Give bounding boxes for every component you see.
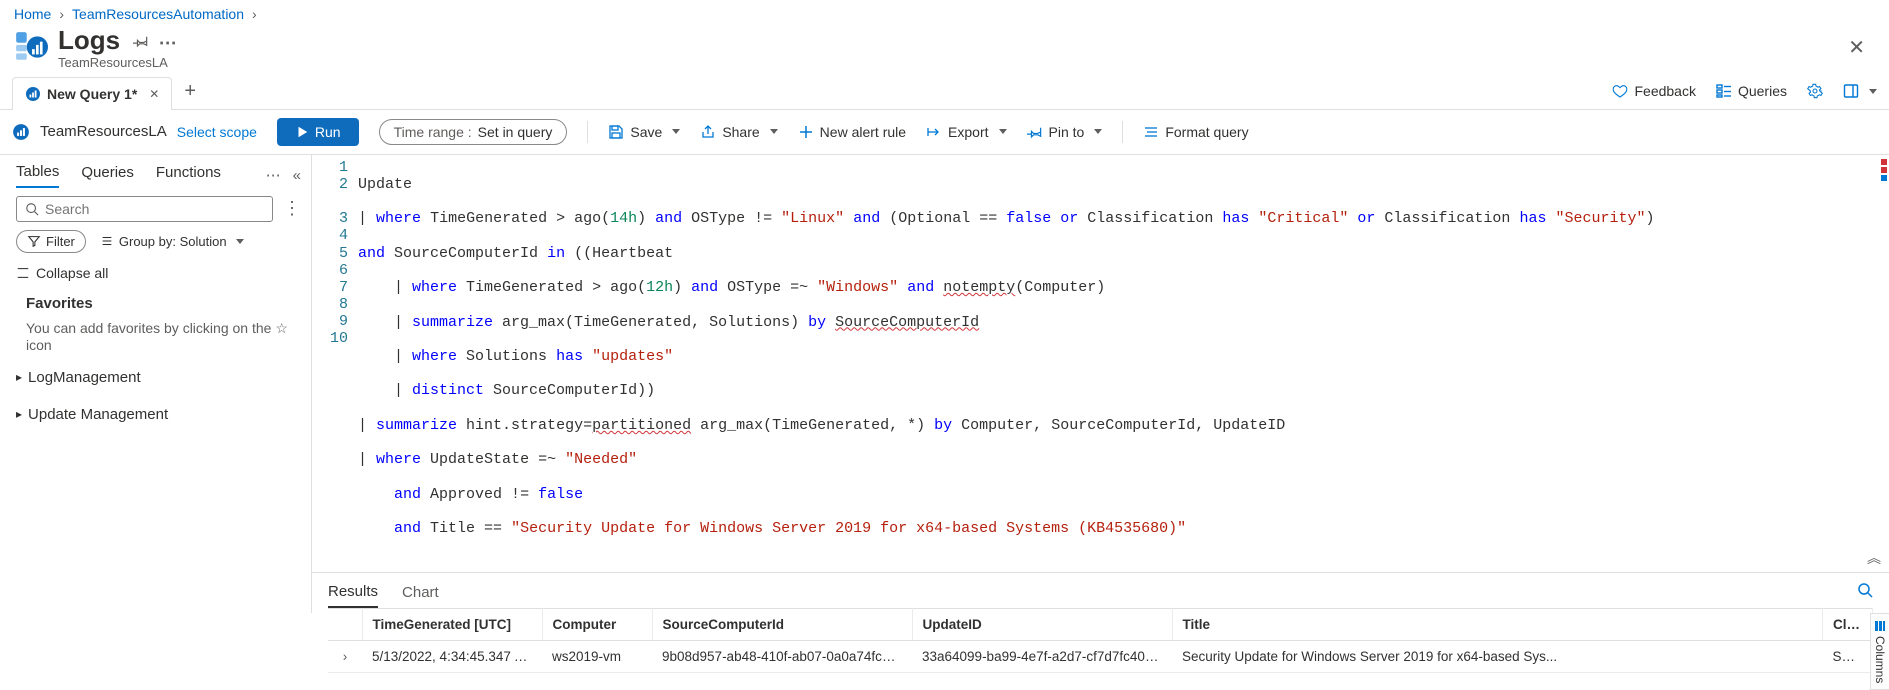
gear-icon: [1807, 83, 1823, 99]
results-search-icon[interactable]: [1857, 582, 1873, 602]
plus-icon: [798, 124, 814, 140]
tab-functions[interactable]: Functions: [156, 164, 221, 187]
expand-row-icon[interactable]: ›: [328, 640, 362, 672]
columns-side-tab[interactable]: Columns: [1870, 613, 1889, 690]
run-button[interactable]: Run: [277, 118, 359, 146]
pin-icon[interactable]: [133, 25, 156, 55]
sidebar-search[interactable]: [16, 196, 273, 222]
favorites-section: Favorites You can add favorites by click…: [16, 289, 301, 355]
format-icon: [1143, 124, 1159, 140]
close-tab-icon[interactable]: ✕: [149, 87, 159, 101]
panel-icon: [1843, 83, 1859, 99]
share-icon: [700, 124, 716, 140]
table-row[interactable]: › 5/13/2022, 4:34:45.347 AM ws2019-vm 9b…: [328, 640, 1873, 672]
save-icon: [608, 124, 624, 140]
list-icon: [100, 234, 114, 248]
sidebar-more-icon[interactable]: ⋮: [283, 198, 301, 219]
code-area[interactable]: Update | where TimeGenerated > ago(14h) …: [358, 159, 1889, 572]
close-button[interactable]: ✕: [1838, 31, 1875, 64]
new-alert-rule-button[interactable]: New alert rule: [798, 124, 906, 140]
pin-icon: [1027, 124, 1043, 140]
scope-selector: TeamResourcesLA Select scope: [12, 123, 257, 141]
col-sourcecomputerid[interactable]: SourceComputerId: [652, 608, 912, 640]
col-timegenerated[interactable]: TimeGenerated [UTC]: [362, 608, 542, 640]
chevron-right-icon: ›: [252, 6, 257, 22]
filter-icon: [27, 234, 41, 248]
select-scope-link[interactable]: Select scope: [177, 124, 257, 140]
queries-button[interactable]: Queries: [1716, 83, 1787, 99]
collapse-sidebar-icon[interactable]: «: [293, 167, 301, 184]
sidebar-search-input[interactable]: [45, 201, 264, 217]
page-subtitle: TeamResourcesLA: [58, 55, 177, 70]
query-editor[interactable]: 12345678910 Update | where TimeGenerated…: [312, 155, 1889, 572]
tree-item-logmanagement[interactable]: LogManagement: [16, 363, 301, 392]
col-updateid[interactable]: UpdateID: [912, 608, 1172, 640]
line-gutter: 12345678910: [312, 159, 358, 572]
share-button[interactable]: Share: [700, 124, 777, 140]
settings-button[interactable]: [1807, 83, 1823, 99]
more-icon[interactable]: ⋯: [266, 166, 281, 184]
play-icon: [295, 125, 309, 139]
breadcrumb: Home › TeamResourcesAutomation ›: [0, 0, 1889, 26]
tab-queries[interactable]: Queries: [81, 164, 134, 187]
divider: [1122, 121, 1123, 143]
results-tabs: Results Chart: [328, 577, 1873, 608]
schema-sidebar: Tables Queries Functions ⋯ « ⋮ Filter Gr…: [0, 155, 312, 613]
col-class[interactable]: Class: [1823, 608, 1873, 640]
export-button[interactable]: Export: [926, 124, 1006, 140]
time-range-button[interactable]: Time range : Set in query: [379, 119, 568, 145]
star-icon: ☆: [275, 320, 288, 336]
search-icon: [25, 202, 39, 216]
filter-chip[interactable]: Filter: [16, 230, 86, 253]
queries-icon: [1716, 83, 1732, 99]
scroll-up-icon[interactable]: ︽: [1867, 552, 1881, 568]
tab-chart[interactable]: Chart: [402, 578, 439, 607]
panel-layout-button[interactable]: [1843, 83, 1877, 99]
pin-to-button[interactable]: Pin to: [1027, 124, 1103, 140]
log-analytics-icon: [12, 123, 30, 141]
query-tab-label: New Query 1*: [47, 86, 137, 102]
columns-icon: [1874, 620, 1886, 632]
heart-icon: [1612, 83, 1628, 99]
table-header-row: TimeGenerated [UTC] Computer SourceCompu…: [328, 608, 1873, 640]
title-row: Logs ⋯ TeamResourcesLA ✕: [0, 26, 1889, 74]
col-title[interactable]: Title: [1172, 608, 1823, 640]
format-query-button[interactable]: Format query: [1143, 124, 1248, 140]
sidebar-tabs: Tables Queries Functions ⋯ «: [16, 163, 301, 188]
groupby-chip[interactable]: Group by: Solution: [96, 231, 254, 252]
tab-tables[interactable]: Tables: [16, 163, 59, 188]
col-computer[interactable]: Computer: [542, 608, 652, 640]
tree-item-updatemanagement[interactable]: Update Management: [16, 400, 301, 429]
save-button[interactable]: Save: [608, 124, 680, 140]
breadcrumb-home[interactable]: Home: [14, 6, 51, 22]
export-icon: [926, 124, 942, 140]
log-analytics-icon: [14, 30, 48, 64]
scope-workspace: TeamResourcesLA: [40, 123, 167, 140]
favorites-hint: You can add favorites by clicking on the…: [26, 312, 299, 353]
chevron-right-icon: ›: [59, 6, 64, 22]
more-icon[interactable]: ⋯: [159, 33, 177, 53]
query-tab[interactable]: New Query 1* ✕: [12, 77, 172, 110]
query-tabstrip: New Query 1* ✕ + Feedback Queries: [0, 74, 1889, 110]
results-pane: Results Chart TimeGenerated [UTC] Comput…: [312, 572, 1889, 613]
breadcrumb-resource[interactable]: TeamResourcesAutomation: [72, 6, 244, 22]
add-tab-button[interactable]: +: [172, 74, 208, 109]
divider: [587, 121, 588, 143]
feedback-button[interactable]: Feedback: [1612, 83, 1695, 99]
collapse-icon: [16, 266, 30, 280]
error-minimap: [1881, 159, 1887, 181]
collapse-all-button[interactable]: Collapse all: [16, 261, 301, 281]
log-analytics-icon: [25, 86, 41, 102]
tab-results[interactable]: Results: [328, 577, 378, 608]
favorites-title: Favorites: [26, 295, 299, 312]
page-title: Logs ⋯: [58, 26, 177, 55]
query-toolbar: TeamResourcesLA Select scope Run Time ra…: [0, 110, 1889, 155]
